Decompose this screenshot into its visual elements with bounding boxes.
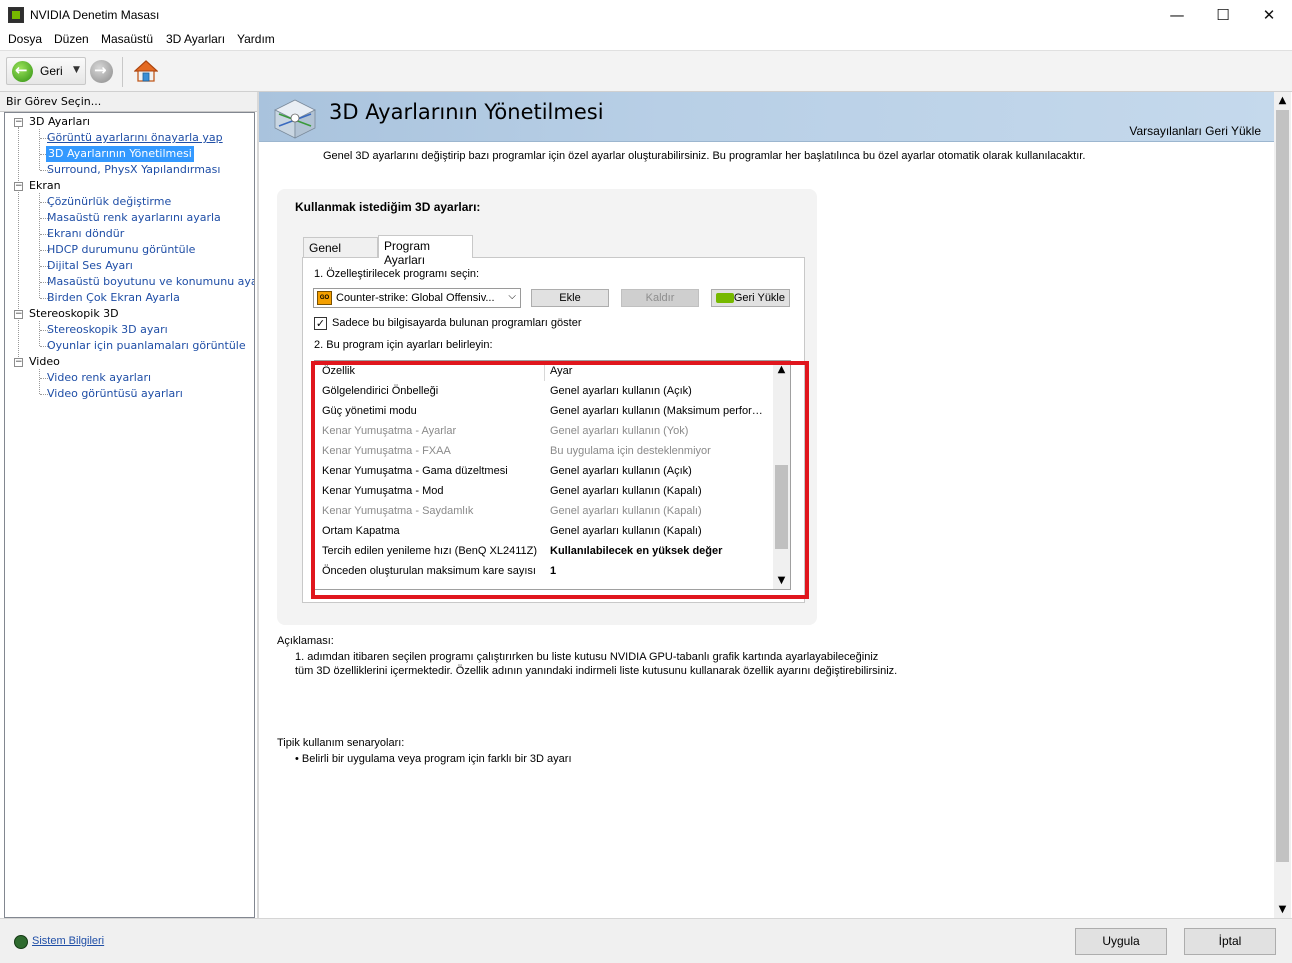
usage-scenarios-label: Tipik kullanım senaryoları: xyxy=(277,737,405,749)
tree-guide xyxy=(18,127,19,367)
maximize-button[interactable]: ☐ xyxy=(1200,0,1246,30)
tree-item-rotate-display[interactable]: Ekranı döndür xyxy=(47,226,124,242)
tree-item-game-ratings[interactable]: Oyunlar için puanlamaları görüntüle xyxy=(47,338,246,354)
home-icon[interactable] xyxy=(134,59,158,83)
tree-item-stereo-setup[interactable]: Stereoskopik 3D ayarı xyxy=(47,322,168,338)
usage-scenario-item: • Belirli bir uygulama veya program için… xyxy=(295,753,572,765)
chevron-down-icon: ⌵ xyxy=(508,291,516,302)
tree-guide xyxy=(39,321,40,346)
tree-item-multiple-displays[interactable]: Birden Çok Ekran Ayarla xyxy=(47,290,180,306)
nvidia-app-icon xyxy=(8,7,24,23)
menu-file[interactable]: Dosya xyxy=(8,32,42,46)
back-button[interactable]: Geri ▼ xyxy=(6,57,86,85)
window-title: NVIDIA Denetim Masası xyxy=(30,8,160,22)
content-scrollbar[interactable]: ▲ ▼ xyxy=(1274,92,1291,918)
tree-category-display[interactable]: Ekran xyxy=(29,178,61,194)
expander-video[interactable]: − xyxy=(14,358,23,367)
add-program-button[interactable]: Ekle xyxy=(531,289,609,307)
remove-program-button[interactable]: Kaldır xyxy=(621,289,699,307)
expander-3d[interactable]: − xyxy=(14,118,23,127)
tree-category-video[interactable]: Video xyxy=(29,354,60,370)
menu-edit[interactable]: Düzen xyxy=(54,32,89,46)
toolbar-separator xyxy=(122,57,123,87)
menu-3d-settings[interactable]: 3D Ayarları xyxy=(166,32,225,46)
content-pane: 3D Ayarlarının Yönetilmesi Varsayılanlar… xyxy=(259,92,1274,918)
scroll-down-icon[interactable]: ▼ xyxy=(1274,901,1291,918)
tree-guide xyxy=(39,129,40,170)
tree-item-digital-audio[interactable]: Dijital Ses Ayarı xyxy=(47,258,133,274)
csgo-program-icon: GO xyxy=(317,291,332,305)
settings-heading: Kullanmak istediğim 3D ayarları: xyxy=(295,200,481,214)
red-highlight-annotation xyxy=(311,361,809,599)
minimize-button[interactable]: — xyxy=(1154,0,1200,30)
show-installed-only-checkbox[interactable]: ✓ xyxy=(314,317,327,330)
restore-defaults-link[interactable]: Varsayılanları Geri Yükle xyxy=(1129,124,1261,138)
show-installed-only-label[interactable]: Sadece bu bilgisayarda bulunan programla… xyxy=(332,317,582,329)
task-tree[interactable]: − 3D Ayarları Görüntü ayarlarını önayarl… xyxy=(4,112,255,918)
description-text-line1: 1. adımdan itibaren seçilen programı çal… xyxy=(295,651,879,663)
page-title: 3D Ayarlarının Yönetilmesi xyxy=(329,100,604,124)
back-label: Geri xyxy=(40,64,63,78)
3d-settings-header-icon xyxy=(274,99,316,139)
restore-program-button[interactable]: Geri Yükle xyxy=(711,289,790,307)
tree-item-desktop-size[interactable]: Masaüstü boyutunu ve konumunu ayarla xyxy=(47,274,254,290)
expander-stereo[interactable]: − xyxy=(14,310,23,319)
tree-category-stereoscopic[interactable]: Stereoskopik 3D xyxy=(29,306,119,322)
close-button[interactable]: ✕ xyxy=(1246,0,1292,30)
tree-item-video-image[interactable]: Video görüntüsü ayarları xyxy=(47,386,183,402)
tree-category-3d-settings[interactable]: 3D Ayarları xyxy=(29,114,90,130)
title-bar: NVIDIA Denetim Masası — ☐ ✕ xyxy=(0,0,1292,30)
toolbar: Geri ▼ xyxy=(0,50,1292,92)
tree-item-surround-physx[interactable]: Surround, PhysX Yapılandırması xyxy=(47,162,220,178)
program-select-value: Counter-strike: Global Offensiv... xyxy=(336,292,495,304)
task-panel-header: Bir Görev Seçin... xyxy=(0,92,257,112)
tree-item-manage-3d[interactable]: 3D Ayarlarının Yönetilmesi xyxy=(46,146,194,162)
page-header: 3D Ayarlarının Yönetilmesi Varsayılanlar… xyxy=(259,92,1274,142)
forward-arrow-icon[interactable] xyxy=(90,60,113,83)
system-info-icon[interactable] xyxy=(14,935,28,949)
description-text-line2: tüm 3D özelliklerini içermektedir. Özell… xyxy=(295,665,898,677)
apply-button[interactable]: Uygula xyxy=(1075,928,1167,955)
back-arrow-icon xyxy=(12,61,33,82)
tab-program-settings[interactable]: Program Ayarları xyxy=(378,235,473,267)
description-label: Açıklaması: xyxy=(277,635,334,647)
expander-display[interactable]: − xyxy=(14,182,23,191)
step1-label: 1. Özelleştirilecek programı seçin: xyxy=(314,268,480,280)
tree-item-resolution[interactable]: Çözünürlük değiştirme xyxy=(47,194,171,210)
scroll-up-icon[interactable]: ▲ xyxy=(1274,92,1291,109)
bottom-bar: Sistem Bilgileri Uygula İptal xyxy=(0,918,1292,963)
tab-general-settings[interactable]: Genel Ayarlar xyxy=(303,237,378,269)
tree-guide xyxy=(39,369,40,394)
menu-help[interactable]: Yardım xyxy=(237,32,275,46)
system-info-link[interactable]: Sistem Bilgileri xyxy=(32,935,104,947)
menu-desktop[interactable]: Masaüstü xyxy=(101,32,153,46)
tree-item-image-preview[interactable]: Görüntü ayarlarını önayarla yap xyxy=(47,130,223,146)
intro-text: Genel 3D ayarlarını değiştirip bazı prog… xyxy=(323,150,1086,162)
program-select[interactable]: GO Counter-strike: Global Offensiv... ⌵ xyxy=(313,288,521,308)
menu-bar: Dosya Düzen Masaüstü 3D Ayarları Yardım xyxy=(0,30,1292,50)
tree-item-video-color[interactable]: Video renk ayarları xyxy=(47,370,151,386)
cancel-button[interactable]: İptal xyxy=(1184,928,1276,955)
tree-item-hdcp[interactable]: HDCP durumunu görüntüle xyxy=(47,242,195,258)
nvidia-logo-icon xyxy=(716,293,734,303)
step2-label: 2. Bu program için ayarları belirleyin: xyxy=(314,339,493,351)
content-scroll-thumb[interactable] xyxy=(1276,110,1289,862)
restore-program-label: Geri Yükle xyxy=(733,292,785,304)
tree-item-desktop-color[interactable]: Masaüstü renk ayarlarını ayarla xyxy=(47,210,221,226)
back-dropdown-icon[interactable]: ▼ xyxy=(73,65,80,75)
